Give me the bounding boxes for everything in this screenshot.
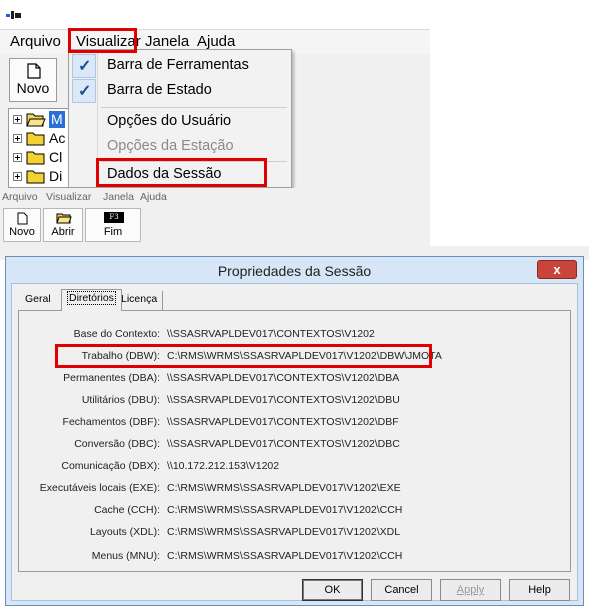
menu-visualizar[interactable]: Visualizar — [46, 191, 91, 203]
dir-label: Base do Contexto: — [73, 328, 160, 340]
dir-row: Executáveis locais (EXE): C:\RMS\WRMS\SS… — [19, 482, 572, 502]
dir-value: \\SSASRVAPLDEV017\CONTEXTOS\V1202 — [167, 328, 375, 340]
novo-button[interactable]: Novo — [9, 58, 57, 102]
dir-label: Fechamentos (DBF): — [62, 416, 160, 428]
novo-button[interactable]: Novo — [3, 208, 41, 242]
expand-icon[interactable] — [13, 115, 22, 124]
menu-item-opcoes-estacao: Opções da Estação — [69, 134, 291, 160]
dir-row: Comunicação (DBX): \\10.172.212.153\V120… — [19, 460, 572, 480]
tree-item-label: Di — [49, 168, 63, 184]
fim-button[interactable]: F3 Fim — [85, 208, 141, 242]
dir-value: \\10.172.212.153\V1202 — [167, 460, 280, 472]
app-logo-icon — [6, 11, 21, 19]
novo-label: Novo — [9, 226, 35, 238]
ok-button[interactable]: OK — [302, 579, 363, 601]
menu-arquivo[interactable]: Arquivo — [10, 33, 61, 51]
abrir-button[interactable]: Abrir — [43, 208, 83, 242]
dir-row: Base do Contexto: \\SSASRVAPLDEV017\CONT… — [19, 328, 572, 348]
menu-ajuda[interactable]: Ajuda — [140, 191, 167, 203]
tab-geral[interactable]: Geral — [20, 291, 56, 310]
toolbar: Novo Abrir F3 Fim — [0, 206, 430, 246]
menu-arquivo[interactable]: Arquivo — [2, 191, 38, 203]
check-icon: ✓ — [78, 83, 92, 100]
app-titlebar — [0, 0, 430, 30]
dir-value: \\SSASRVAPLDEV017\CONTEXTOS\V1202\DBF — [167, 416, 399, 428]
dir-row: Fechamentos (DBF): \\SSASRVAPLDEV017\CON… — [19, 416, 572, 436]
dir-label: Permanentes (DBA): — [63, 372, 160, 384]
dir-value: C:\RMS\WRMS\SSASRVAPLDEV017\V1202\XDL — [167, 526, 401, 538]
folder-icon — [26, 151, 45, 165]
dir-value: C:\RMS\WRMS\SSASRVAPLDEV017\V1202\CCH — [167, 504, 403, 516]
dir-label: Layouts (XDL): — [89, 526, 160, 538]
menu-item-barra-estado[interactable]: ✓ Barra de Estado — [69, 78, 291, 104]
dir-row: Menus (MNU): C:\RMS\WRMS\SSASRVAPLDEV017… — [19, 550, 572, 570]
menu-item-label: Barra de Ferramentas — [107, 57, 249, 73]
dialog-title: Propriedades da Sessão — [217, 263, 372, 279]
tree-item-label: Ac — [49, 130, 66, 146]
dir-value: \\SSASRVAPLDEV017\CONTEXTOS\V1202\DBU — [167, 394, 400, 406]
check-icon: ✓ — [78, 58, 92, 75]
help-button[interactable]: Help — [509, 579, 570, 601]
menu-item-label: Barra de Estado — [107, 82, 212, 98]
fim-label: Fim — [103, 226, 123, 238]
menu-item-label: Opções da Estação — [107, 138, 234, 154]
dir-value: \\SSASRVAPLDEV017\CONTEXTOS\V1202\DBC — [167, 438, 400, 450]
dir-label: Comunicação (DBX): — [61, 460, 160, 472]
novo-label: Novo — [16, 80, 50, 96]
expand-icon[interactable] — [13, 153, 22, 162]
apply-button: Apply — [440, 579, 501, 601]
tab-diretorios[interactable]: Diretórios — [61, 289, 122, 311]
folder-icon — [26, 132, 45, 146]
close-button[interactable]: x — [537, 260, 577, 279]
menu-separator — [101, 107, 287, 108]
dir-row: Cache (CCH): C:\RMS\WRMS\SSASRVAPLDEV017… — [19, 504, 572, 524]
open-folder-icon — [26, 113, 46, 127]
tab-licenca[interactable]: Licença — [116, 291, 164, 310]
dir-value: \\SSASRVAPLDEV017\CONTEXTOS\V1202\DBA — [167, 372, 400, 384]
dir-label: Trabalho (DBW): — [81, 350, 160, 362]
dir-row: Trabalho (DBW): C:\RMS\WRMS\SSASRVAPLDEV… — [19, 350, 572, 370]
tab-label: Diretórios — [67, 291, 116, 305]
dir-row: Conversão (DBC): \\SSASRVAPLDEV017\CONTE… — [19, 438, 572, 458]
menu-item-dados-sessao[interactable]: Dados da Sessão — [69, 162, 291, 188]
dir-label: Executáveis locais (EXE): — [39, 482, 160, 494]
dialog-client-area: Geral Diretórios Licença Base do Context… — [11, 283, 578, 601]
cancel-button[interactable]: Cancel — [371, 579, 432, 601]
menu-item-label: Opções do Usuário — [107, 113, 232, 129]
dir-label: Menus (MNU): — [91, 550, 160, 562]
new-document-icon — [27, 63, 41, 79]
session-properties-dialog: Propriedades da Sessão x Geral Diretório… — [5, 256, 584, 606]
dir-value: C:\RMS\WRMS\SSASRVAPLDEV017\V1202\EXE — [167, 482, 401, 494]
menu-item-label: Dados da Sessão — [107, 166, 222, 182]
dir-value: C:\RMS\WRMS\SSASRVAPLDEV017\V1202\CCH — [167, 550, 403, 562]
tree-item-label: Cl — [49, 149, 63, 165]
menu-janela[interactable]: Janela — [103, 191, 134, 203]
f3-key-icon: F3 — [104, 212, 124, 223]
dir-row: Permanentes (DBA): \\SSASRVAPLDEV017\CON… — [19, 372, 572, 392]
session-properties-screenshot: Arquivo Visualizar Janela Ajuda Novo Abr… — [0, 188, 589, 610]
zoomed-menu-screenshot: Arquivo Visualizar Janela Ajuda Novo M A… — [0, 0, 430, 188]
dir-label: Cache (CCH): — [94, 504, 160, 516]
abrir-label: Abrir — [51, 226, 75, 238]
dir-label: Conversão (DBC): — [74, 438, 160, 450]
expand-icon[interactable] — [13, 172, 22, 181]
expand-icon[interactable] — [13, 134, 22, 143]
dir-row: Layouts (XDL): C:\RMS\WRMS\SSASRVAPLDEV0… — [19, 526, 572, 546]
new-document-icon — [17, 212, 28, 225]
dir-value: C:\RMS\WRMS\SSASRVAPLDEV017\V1202\DBW\JM… — [167, 350, 442, 362]
tree-item-label: M — [49, 111, 65, 128]
open-folder-icon — [56, 213, 72, 224]
dir-label: Utilitários (DBU): — [81, 394, 160, 406]
folder-icon — [26, 170, 45, 184]
diretorios-panel: Base do Contexto: \\SSASRVAPLDEV017\CONT… — [18, 310, 571, 572]
menu-item-opcoes-usuario[interactable]: Opções do Usuário — [69, 109, 291, 135]
menu-bar: Arquivo Visualizar Janela Ajuda — [0, 188, 430, 206]
dir-row: Utilitários (DBU): \\SSASRVAPLDEV017\CON… — [19, 394, 572, 414]
menu-item-barra-ferramentas[interactable]: ✓ Barra de Ferramentas — [69, 53, 291, 79]
visualizar-dropdown-menu: ✓ Barra de Ferramentas ✓ Barra de Estado… — [68, 49, 292, 188]
